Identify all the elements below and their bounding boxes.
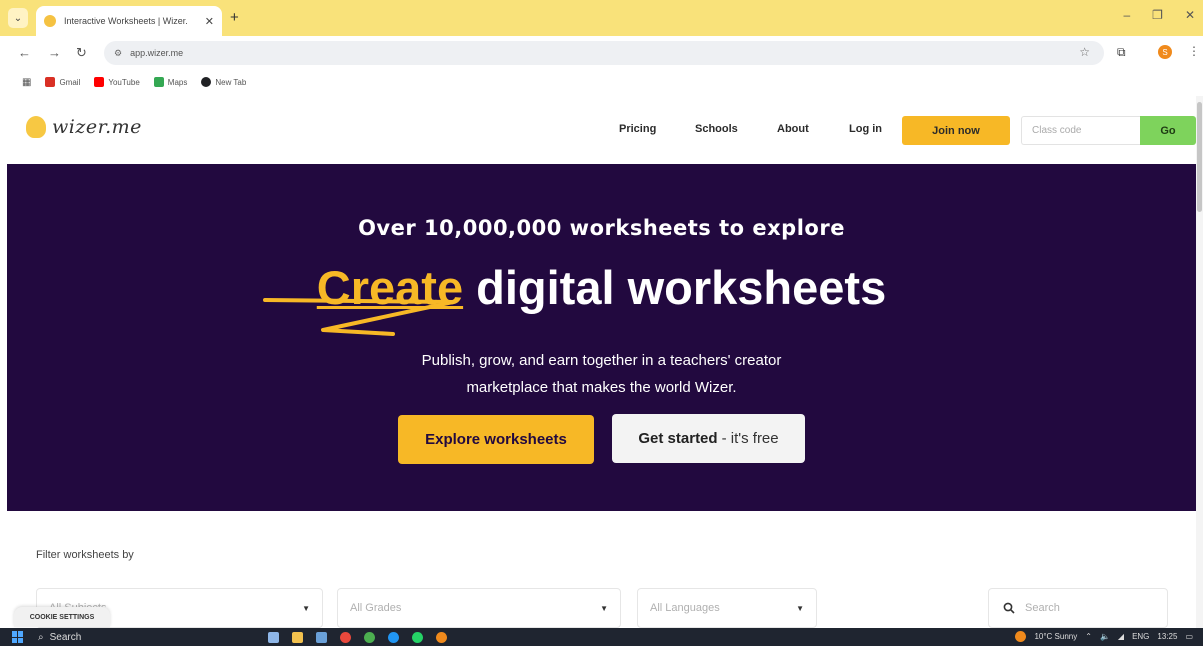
new-tab-button[interactable]: + <box>230 9 239 26</box>
nav-login[interactable]: Log in <box>849 123 882 135</box>
hero-banner: Over 10,000,000 worksheets to explore Cr… <box>7 164 1196 511</box>
taskbar-apps <box>268 631 447 643</box>
restore-icon[interactable]: ❐ <box>1152 8 1163 22</box>
page-scrollbar[interactable] <box>1196 96 1203 628</box>
nav-pricing[interactable]: Pricing <box>619 123 656 135</box>
bookmark-gmail[interactable]: Gmail <box>45 77 80 87</box>
site-header: wizer.me Pricing Schools About Log in Jo… <box>0 96 1196 164</box>
hero-subtitle: Publish, grow, and earn together in a te… <box>7 347 1196 401</box>
chrome-icon[interactable] <box>340 631 351 643</box>
tab-search-chevron-icon[interactable]: ⌄ <box>8 8 28 28</box>
notifications-icon[interactable]: ▭ <box>1185 632 1193 641</box>
explore-worksheets-button[interactable]: Explore worksheets <box>398 415 594 464</box>
logo-text: wizer.me <box>52 116 142 138</box>
caret-down-icon: ▼ <box>600 604 608 613</box>
class-code-input[interactable]: Class code <box>1021 116 1141 145</box>
join-now-button[interactable]: Join now <box>902 116 1010 145</box>
hero-subtitle-line: marketplace that makes the world Wizer. <box>466 379 737 396</box>
worksheet-search-input[interactable]: Search <box>988 588 1168 628</box>
wizer-favicon-icon <box>44 15 56 27</box>
language-indicator[interactable]: ENG <box>1132 632 1149 641</box>
forward-arrow-icon[interactable]: → <box>48 45 61 60</box>
hero-subtitle-line: Publish, grow, and earn together in a te… <box>421 352 782 369</box>
chrome-active-icon[interactable] <box>436 631 447 643</box>
hero-tagline: Over 10,000,000 worksheets to explore <box>358 216 845 240</box>
tab-title: Interactive Worksheets | Wizer. <box>64 16 188 26</box>
bookmark-maps[interactable]: Maps <box>153 77 188 87</box>
weather-icon <box>1015 631 1027 642</box>
hero-title: Create digital worksheets <box>7 260 1196 315</box>
maps-icon <box>153 77 164 87</box>
file-explorer-icon[interactable] <box>292 631 303 643</box>
apps-grid-icon[interactable]: ▦ <box>22 77 31 88</box>
url-input[interactable]: ⚙ app.wizer.me ☆ <box>104 41 1104 65</box>
caret-down-icon: ▼ <box>302 604 310 613</box>
task-view-icon[interactable] <box>268 631 279 643</box>
nav-about[interactable]: About <box>777 123 809 135</box>
filter-label: Filter worksheets by <box>36 549 134 561</box>
bookmark-label: New Tab <box>215 77 247 87</box>
profile-avatar[interactable]: S <box>1158 45 1172 59</box>
scrollbar-thumb[interactable] <box>1197 102 1202 212</box>
languages-select[interactable]: All Languages ▼ <box>637 588 817 628</box>
caret-down-icon: ▼ <box>796 604 804 613</box>
hero-title-rest: digital worksheets <box>463 261 887 314</box>
wizer-logo[interactable]: wizer.me <box>26 116 142 138</box>
calculator-icon[interactable] <box>316 631 327 643</box>
new-tab-globe-icon <box>201 77 212 87</box>
bookmark-new-tab[interactable]: New Tab <box>201 77 246 87</box>
browser-menu-icon[interactable]: ⋮ <box>1188 44 1200 58</box>
taskbar-search-label: Search <box>49 631 82 643</box>
bookmark-label: Maps <box>167 77 188 87</box>
back-arrow-icon[interactable]: ← <box>18 45 31 60</box>
bookmark-label: Gmail <box>59 77 81 87</box>
youtube-icon <box>94 77 105 87</box>
site-settings-icon[interactable]: ⚙ <box>114 48 122 59</box>
languages-select-value: All Languages <box>650 602 720 614</box>
url-text: app.wizer.me <box>130 48 184 58</box>
volume-icon[interactable]: 🔈 <box>1100 632 1110 641</box>
weather-text[interactable]: 10°C Sunny <box>1034 632 1077 641</box>
windows-taskbar: ⌕ Search 10°C Sunny ⌃ 🔈 ◢ ENG 13:25 ▭ <box>0 628 1203 646</box>
extensions-puzzle-icon[interactable]: ⧉ <box>1117 45 1126 60</box>
windows-start-icon[interactable] <box>12 631 24 643</box>
reload-icon[interactable]: ↻ <box>76 45 87 61</box>
system-tray: 10°C Sunny ⌃ 🔈 ◢ ENG 13:25 ▭ <box>1015 631 1193 642</box>
wifi-icon[interactable]: ◢ <box>1118 632 1124 641</box>
bookmark-star-icon[interactable]: ☆ <box>1079 45 1090 59</box>
tab-close-icon[interactable]: ✕ <box>205 15 214 28</box>
minimize-icon[interactable]: – <box>1123 8 1130 22</box>
clock[interactable]: 13:25 <box>1157 632 1177 641</box>
scribble-underline-icon <box>263 298 455 336</box>
chrome-profile-icon[interactable] <box>364 631 375 643</box>
browser-tab-bar: ⌄ Interactive Worksheets | Wizer. ✕ + – … <box>0 0 1203 36</box>
go-button[interactable]: Go <box>1140 116 1196 145</box>
grades-select[interactable]: All Grades ▼ <box>337 588 621 628</box>
bookmarks-bar: ▦ Gmail YouTube Maps New Tab <box>0 70 1203 94</box>
taskbar-search-icon: ⌕ <box>38 631 44 643</box>
grades-select-value: All Grades <box>350 602 402 614</box>
bookmark-youtube[interactable]: YouTube <box>94 77 140 87</box>
search-placeholder: Search <box>1025 602 1060 614</box>
search-icon <box>1003 602 1015 614</box>
get-started-button[interactable]: Get started - it's free <box>612 414 805 463</box>
gmail-icon <box>45 77 56 87</box>
get-started-label: Get started <box>638 430 718 447</box>
window-controls: – ❐ ✕ <box>1123 8 1195 22</box>
nav-schools[interactable]: Schools <box>695 123 738 135</box>
tray-chevron-icon[interactable]: ⌃ <box>1085 632 1092 641</box>
taskbar-search[interactable]: ⌕ Search <box>38 632 208 643</box>
close-window-icon[interactable]: ✕ <box>1185 8 1195 22</box>
lightbulb-icon <box>26 116 46 138</box>
bookmark-label: YouTube <box>108 77 140 87</box>
cookie-settings-button[interactable]: COOKIE SETTINGS <box>14 607 110 627</box>
browser-tab-active[interactable]: Interactive Worksheets | Wizer. ✕ <box>36 6 222 36</box>
get-started-suffix: - it's free <box>721 430 779 447</box>
whatsapp-icon[interactable] <box>412 631 423 643</box>
chrome-profile-2-icon[interactable] <box>388 631 399 643</box>
